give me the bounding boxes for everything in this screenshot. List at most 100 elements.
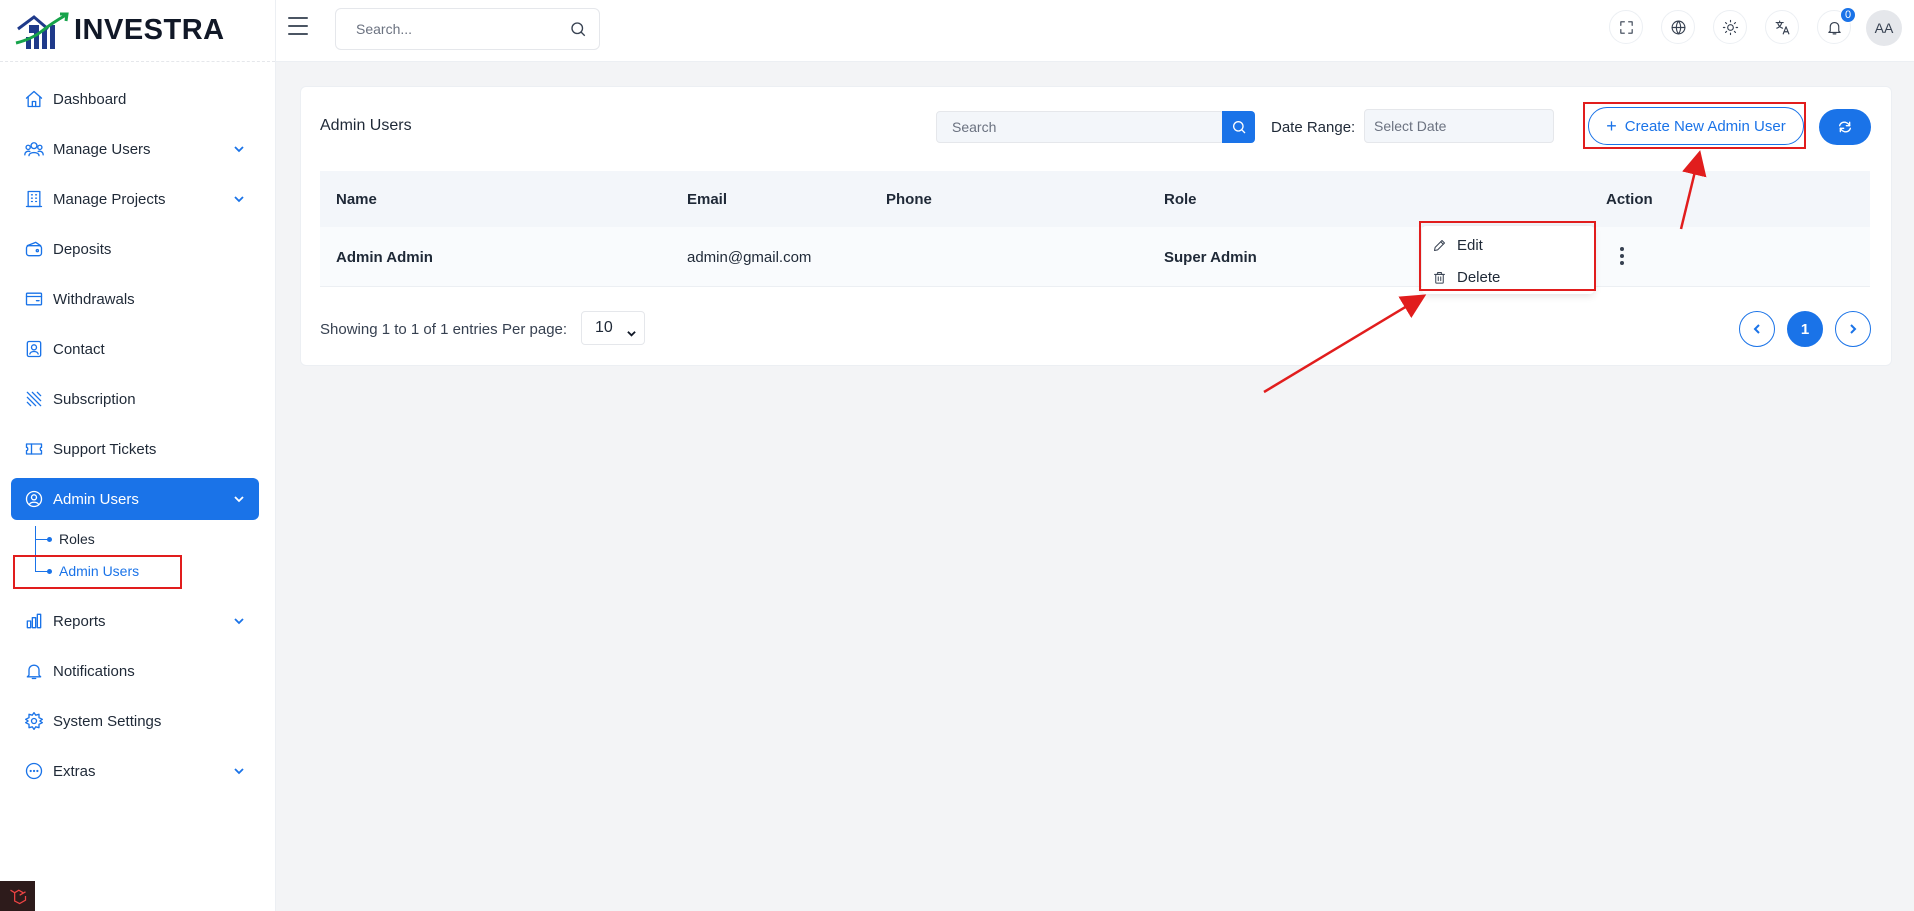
topbar: 0 AA (276, 0, 1914, 62)
per-page-select[interactable]: 10 (581, 311, 645, 345)
sidebar-item-system-settings[interactable]: System Settings (11, 700, 259, 742)
sidebar-item-admin-users[interactable]: Admin Users (11, 478, 259, 520)
sidebar-nav: Dashboard Manage Users Manage Projects D… (11, 78, 259, 800)
building-icon (24, 189, 44, 209)
refresh-icon (1839, 121, 1851, 133)
date-range-picker (1364, 109, 1554, 143)
avatar[interactable]: AA (1866, 10, 1902, 46)
translate-icon (1775, 20, 1789, 34)
chevron-down-icon (627, 325, 636, 337)
search-icon[interactable] (569, 20, 587, 38)
prev-page-button[interactable] (1739, 311, 1775, 347)
sidebar-item-label: Reports (53, 612, 106, 630)
chevron-down-icon (233, 192, 245, 204)
sidebar-item-label: Deposits (53, 240, 112, 258)
logo-icon (15, 12, 69, 49)
laravel-icon (9, 889, 26, 905)
column-header-phone: Phone (886, 191, 932, 208)
sidebar-item-notifications[interactable]: Notifications (11, 650, 259, 692)
search-icon (1232, 121, 1245, 134)
date-range-input[interactable] (1365, 110, 1545, 142)
subscription-icon (24, 389, 44, 409)
chevron-down-icon (233, 614, 245, 626)
chart-icon (24, 611, 44, 631)
debug-bar-toggle[interactable] (0, 881, 35, 911)
sidebar-item-label: Notifications (53, 662, 135, 680)
admin-users-submenu: Roles Admin Users (11, 526, 259, 592)
sidebar-item-support-tickets[interactable]: Support Tickets (11, 428, 259, 470)
sidebar-item-label: Support Tickets (53, 440, 157, 458)
sidebar-item-label: Dashboard (53, 90, 127, 108)
sidebar-item-extras[interactable]: Extras (11, 750, 259, 792)
submenu-tick (35, 568, 52, 574)
sidebar-item-withdrawals[interactable]: Withdrawals (11, 278, 259, 320)
brand-name: INVESTRA (74, 14, 225, 46)
chevron-down-icon (233, 142, 245, 154)
submenu-item-roles[interactable]: Roles (35, 528, 95, 550)
sidebar-item-contact[interactable]: Contact (11, 328, 259, 370)
submenu-item-admin-users[interactable]: Admin Users (35, 560, 139, 582)
plus-icon: + (1606, 116, 1617, 136)
column-header-role: Role (1164, 191, 1197, 208)
table-header: Name Email Phone Role Action (320, 171, 1870, 227)
entries-info: Showing 1 to 1 of 1 entries (320, 321, 498, 338)
chevron-right-icon (1850, 324, 1857, 334)
create-admin-user-label: Create New Admin User (1624, 117, 1786, 135)
row-actions-icon[interactable] (1620, 247, 1624, 265)
per-page-value: 10 (595, 319, 613, 336)
sidebar-item-subscription[interactable]: Subscription (11, 378, 259, 420)
fullscreen-icon (1619, 20, 1633, 34)
bell-icon (24, 661, 44, 681)
sidebar-item-label: Withdrawals (53, 290, 135, 308)
sidebar-item-label: System Settings (53, 712, 162, 730)
user-cog-icon (24, 489, 44, 509)
table-search-button[interactable] (1222, 111, 1255, 143)
theme-toggle-button[interactable] (1713, 10, 1747, 44)
table-search (936, 111, 1224, 143)
globe-icon (1671, 20, 1685, 34)
pencil-icon (1434, 239, 1445, 251)
sidebar-item-label: Manage Users (53, 140, 151, 158)
sun-icon (1722, 19, 1738, 35)
notifications-button[interactable]: 0 (1817, 7, 1856, 44)
next-page-button[interactable] (1835, 311, 1871, 347)
fullscreen-button[interactable] (1609, 10, 1643, 44)
ticket-icon (24, 439, 44, 459)
sidebar-item-manage-projects[interactable]: Manage Projects (11, 178, 259, 220)
menu-toggle-icon[interactable] (288, 17, 308, 35)
notification-badge: 0 (1840, 7, 1856, 23)
bell-icon (1827, 21, 1841, 34)
wallet-icon (24, 239, 44, 259)
delete-label: Delete (1457, 268, 1501, 286)
withdraw-icon (24, 289, 44, 309)
language-button[interactable] (1661, 10, 1695, 44)
sidebar-item-dashboard[interactable]: Dashboard (11, 78, 259, 120)
brand[interactable]: INVESTRA (0, 0, 275, 62)
delete-menu-item[interactable]: Delete (1432, 266, 1500, 288)
refresh-button[interactable] (1819, 109, 1871, 145)
table-search-input[interactable] (937, 112, 1187, 142)
gear-icon (24, 711, 44, 731)
dots-circle-icon (24, 761, 44, 781)
cell-name: Admin Admin (336, 249, 433, 266)
cell-role: Super Admin (1164, 249, 1257, 266)
sidebar-item-label: Contact (53, 340, 105, 358)
sidebar-item-label: Extras (53, 762, 96, 780)
trash-icon (1434, 271, 1445, 284)
global-search (335, 8, 600, 50)
column-header-name: Name (336, 191, 377, 208)
cell-email: admin@gmail.com (687, 249, 812, 266)
create-admin-user-button[interactable]: + Create New Admin User (1588, 107, 1804, 145)
chevron-left-icon (1753, 324, 1760, 334)
contact-icon (24, 339, 44, 359)
row-actions-menu: Edit Delete (1422, 226, 1594, 294)
edit-menu-item[interactable]: Edit (1432, 234, 1483, 256)
date-range-label: Date Range: (1271, 119, 1356, 136)
translate-button[interactable] (1765, 10, 1799, 44)
sidebar-item-manage-users[interactable]: Manage Users (11, 128, 259, 170)
sidebar-item-reports[interactable]: Reports (11, 600, 259, 642)
page-button-current[interactable]: 1 (1787, 311, 1823, 347)
sidebar-item-deposits[interactable]: Deposits (11, 228, 259, 270)
table-row: Admin Admin admin@gmail.com Super Admin (320, 227, 1870, 287)
global-search-input[interactable] (336, 9, 536, 49)
